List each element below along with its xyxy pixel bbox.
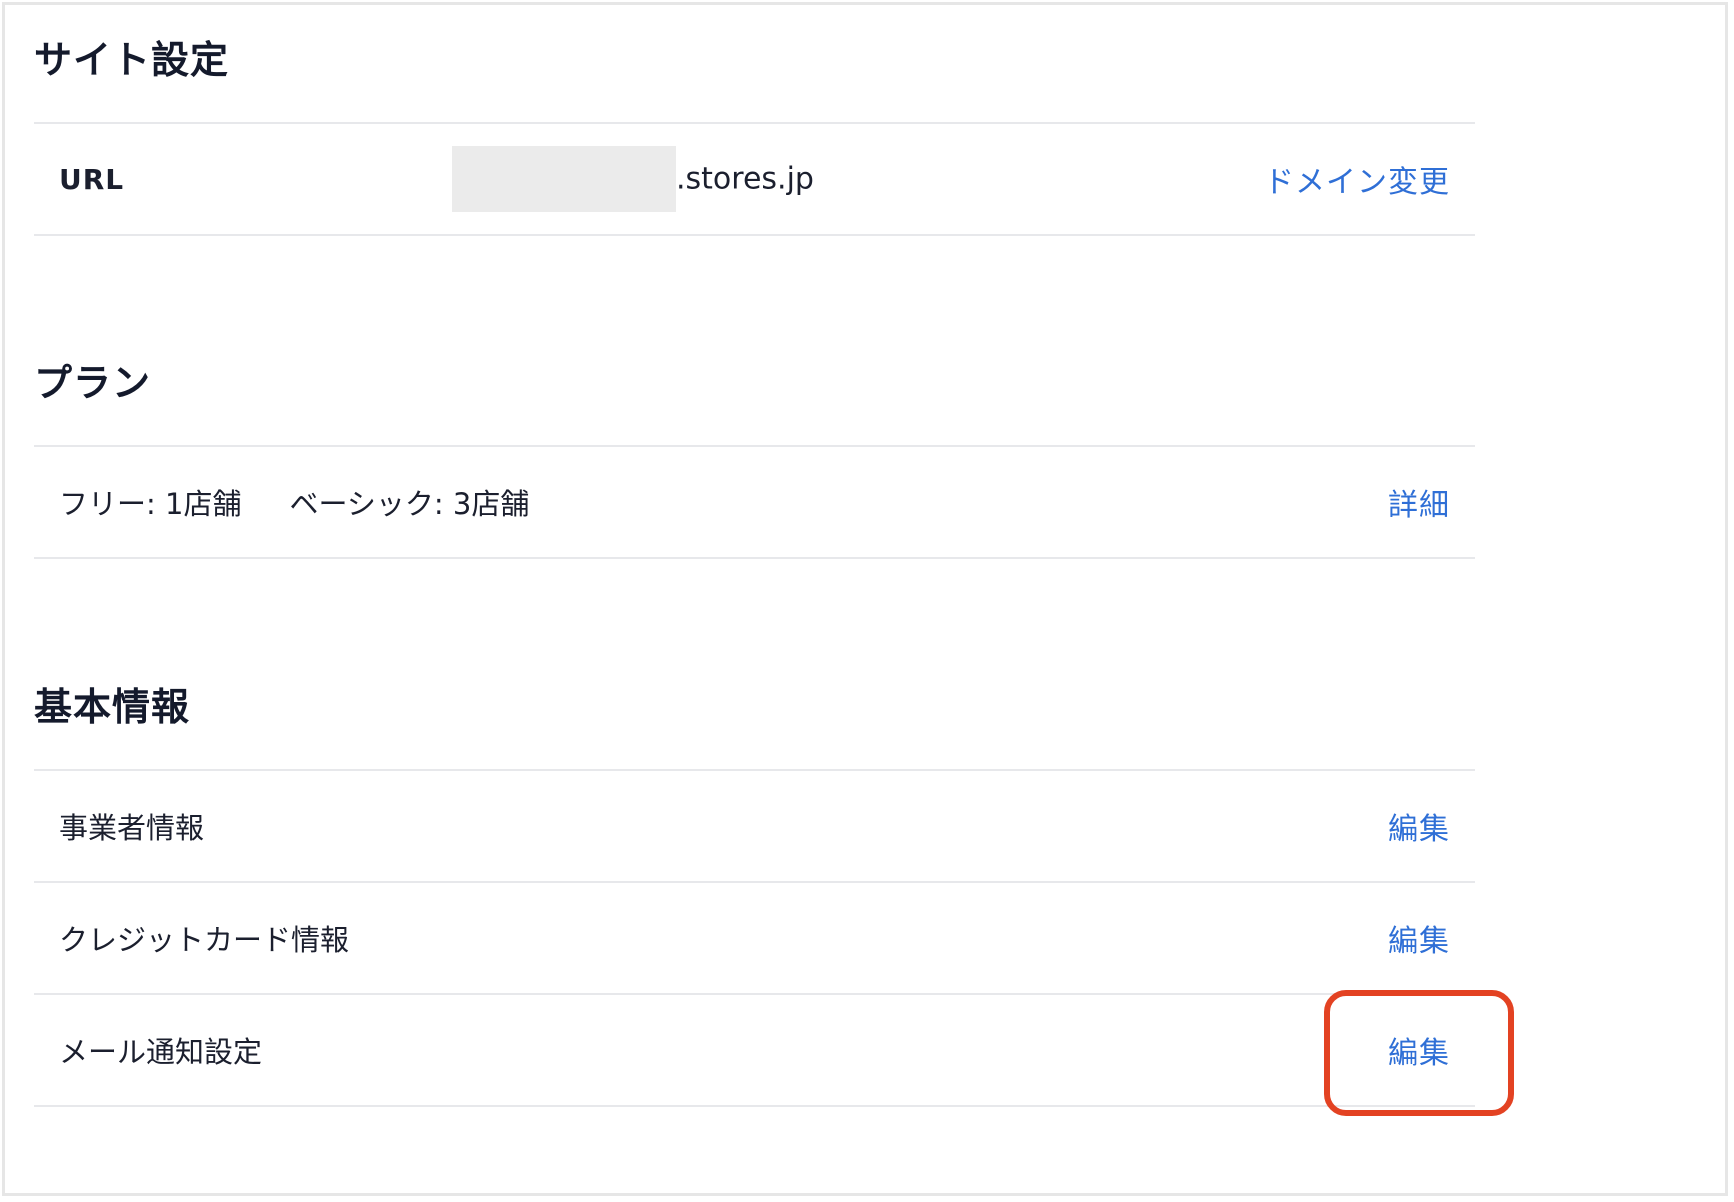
basic-info-rows: 事業者情報 編集 クレジットカード情報 編集 メール通知設定 編集 (34, 769, 1475, 1107)
url-row: URL .stores.jp ドメイン変更 (34, 124, 1475, 236)
list-item-credit-card-info: クレジットカード情報 編集 (34, 883, 1475, 995)
edit-credit-card-info-link[interactable]: 編集 (1388, 916, 1450, 960)
url-suffix: .stores.jp (676, 161, 814, 197)
plan-details-link[interactable]: 詳細 (1388, 480, 1450, 524)
change-domain-link[interactable]: ドメイン変更 (1264, 157, 1450, 201)
plan-basic-label: ベーシック: 3店舗 (289, 487, 530, 521)
edit-mail-notification-link[interactable]: 編集 (1388, 1028, 1450, 1072)
plan-free-label: フリー: 1店舗 (59, 487, 242, 521)
basic-info-section: 基本情報 事業者情報 編集 クレジットカード情報 編集 メール通知設定 編集 (34, 675, 1475, 1107)
plan-section: プラン フリー: 1店舗 ベーシック: 3店舗 詳細 (34, 351, 1475, 559)
basic-info-title: 基本情報 (34, 685, 191, 729)
site-settings-title: サイト設定 (34, 38, 230, 82)
url-label: URL (59, 162, 125, 196)
plan-title: プラン (34, 361, 152, 405)
list-item-business-info: 事業者情報 編集 (34, 771, 1475, 883)
redacted-subdomain (452, 146, 676, 212)
plan-rows: フリー: 1店舗 ベーシック: 3店舗 詳細 (34, 445, 1475, 559)
site-settings-section: サイト設定 URL .stores.jp ドメイン変更 (34, 28, 1475, 236)
mail-notification-label: メール通知設定 (59, 1035, 263, 1069)
site-settings-rows: URL .stores.jp ドメイン変更 (34, 122, 1475, 236)
plan-row: フリー: 1店舗 ベーシック: 3店舗 詳細 (34, 447, 1475, 559)
edit-business-info-link[interactable]: 編集 (1388, 804, 1450, 848)
business-info-label: 事業者情報 (59, 811, 205, 845)
list-item-mail-notification: メール通知設定 編集 (34, 995, 1475, 1107)
credit-card-info-label: クレジットカード情報 (59, 923, 350, 957)
